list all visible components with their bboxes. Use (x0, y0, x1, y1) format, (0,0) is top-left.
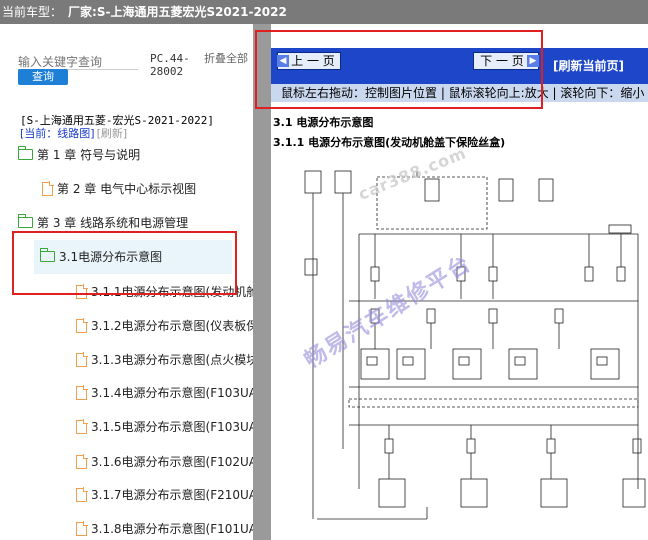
tree-annotation-box (12, 231, 237, 295)
file-icon (76, 487, 88, 502)
current-model-value: 厂家:S-上海通用五菱宏光S2021-2022 (68, 5, 287, 19)
file-icon (76, 454, 88, 469)
current-model-bar: 当前车型： 厂家:S-上海通用五菱宏光S2021-2022 (0, 0, 648, 24)
tree-item-3-1-6[interactable]: 3.1.6电源分布示意图(F102UA) (76, 451, 253, 473)
tree-item-3-1-5[interactable]: 3.1.5电源分布示意图(F103UA) (76, 416, 253, 438)
tree-item-label: 3.1.6电源分布示意图(F102UA) (91, 455, 253, 469)
folder-open-icon (18, 214, 33, 228)
folder-icon (18, 146, 33, 160)
file-icon (76, 352, 88, 367)
left-navigation-panel: 查询 PC.44-28002 折叠全部 [S-上海通用五菱-宏光S-2021-2… (0, 24, 253, 540)
current-view-label: [当前：线路图] (20, 127, 95, 140)
pc-code-label: PC.44-28002 (150, 52, 190, 78)
current-model-label: 当前车型： (2, 5, 63, 19)
tree-item-chapter-1[interactable]: 第 1 章 符号与说明 (18, 144, 248, 166)
tree-item-label: 3.1.2电源分布示意图(仪表板保险丝盒) (91, 319, 253, 333)
file-icon (76, 419, 88, 434)
tree-item-label: 第 3 章 线路系统和电源管理 (37, 216, 189, 230)
tree-title: [S-上海通用五菱-宏光S-2021-2022] (20, 114, 214, 127)
tree-item-label: 3.1.3电源分布示意图(点火模块) (91, 353, 253, 367)
file-icon (76, 385, 88, 400)
search-input[interactable] (18, 54, 138, 70)
tree-item-label: 3.1.5电源分布示意图(F103UA) (91, 420, 253, 434)
refresh-page-button[interactable]: [刷新当前页] (553, 48, 624, 84)
search-button[interactable]: 查询 (18, 69, 68, 85)
tree-item-3-1-3[interactable]: 3.1.3电源分布示意图(点火模块) (76, 349, 253, 371)
tree-item-3-1-4[interactable]: 3.1.4电源分布示意图(F103UA) (76, 382, 253, 404)
tree-item-label: 3.1.7电源分布示意图(F210UA) (91, 488, 253, 502)
tree-item-label: 3.1.4电源分布示意图(F103UA) (91, 386, 253, 400)
fold-all-link[interactable]: 折叠全部 (204, 52, 250, 65)
file-icon (42, 181, 54, 196)
document-heading: 3.1 电源分布示意图 (273, 116, 374, 129)
document-subheading: 3.1.1 电源分布示意图(发动机舱盖下保险丝盒) (273, 136, 506, 149)
file-icon (76, 318, 88, 333)
tree-item-chapter-2[interactable]: 第 2 章 电气中心标示视图 (42, 178, 248, 200)
tree-item-3-1-2[interactable]: 3.1.2电源分布示意图(仪表板保险丝盒) (76, 315, 253, 337)
tree-item-label: 第 2 章 电气中心标示视图 (57, 182, 197, 196)
toolbar-annotation-box (255, 30, 543, 109)
tree-item-label: 第 1 章 符号与说明 (37, 148, 141, 162)
tree-refresh-link[interactable]: [刷新] (97, 127, 128, 140)
tree-item-label: 3.1.8电源分布示意图(F101UA) (91, 522, 253, 536)
file-icon (76, 521, 88, 536)
search-area: 查询 PC.44-28002 折叠全部 (0, 24, 253, 94)
tree-item-3-1-8[interactable]: 3.1.8电源分布示意图(F101UA) (76, 518, 253, 540)
tree-header: [S-上海通用五菱-宏光S-2021-2022] [当前：线路图] [刷新] (20, 114, 250, 140)
tree-item-3-1-7[interactable]: 3.1.7电源分布示意图(F210UA) (76, 484, 253, 506)
